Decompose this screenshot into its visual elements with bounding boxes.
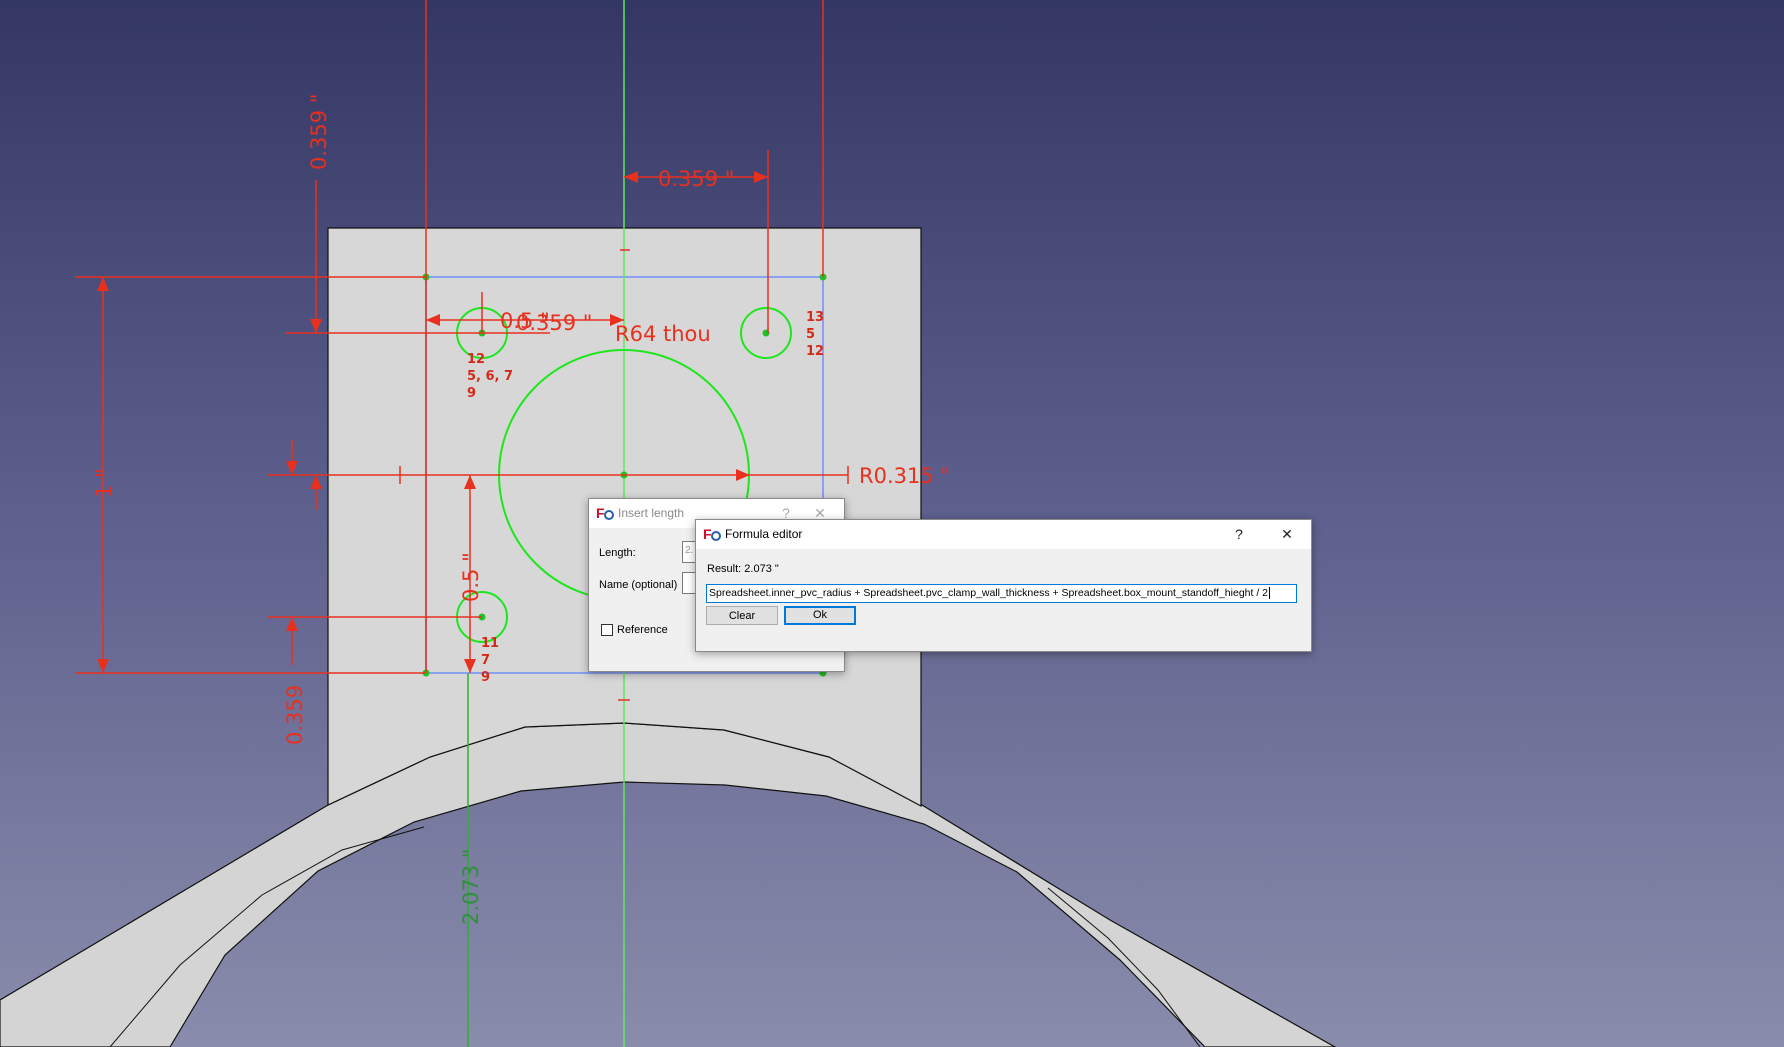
dim-lower-vertical[interactable]: 0.5 " [459,552,483,602]
pipe-clamp-body [0,722,1337,1047]
dim-radius-small[interactable]: R64 thou [615,322,711,346]
dim-top-vertical[interactable]: 0.359 " [307,94,331,170]
name-label: Name (optional) [599,579,678,591]
formula-editor-titlebar[interactable]: F Formula editor ? ✕ [696,520,1311,549]
constraint-label[interactable]: 7 [481,653,490,668]
result-label: Result: 2.073 " [707,563,779,575]
dim-reference-length[interactable]: 2.073 " [459,849,483,925]
help-button[interactable]: ? [1227,524,1251,544]
formula-editor-title: Formula editor [725,527,803,541]
formula-editor-dialog[interactable]: F Formula editor ? ✕ Result: 2.073 " Spr… [695,519,1312,652]
dim-left-overlap[interactable]: 0.359 " [516,311,592,335]
constraint-label[interactable]: 5, 6, 7 [467,369,513,384]
dim-bottom-vertical[interactable]: 0.359 [283,685,307,745]
close-icon[interactable]: ✕ [1275,524,1299,544]
clear-button[interactable]: Clear [706,606,778,625]
constraint-label[interactable]: 11 [481,636,499,651]
formula-input[interactable]: Spreadsheet.inner_pvc_radius + Spreadshe… [706,584,1297,603]
formula-text: Spreadsheet.inner_pvc_radius + Spreadshe… [709,587,1269,599]
text-caret [1269,587,1271,600]
dim-height[interactable]: 1 " [92,468,116,498]
freecad-icon: F [703,526,721,542]
constraint-label[interactable]: 9 [481,670,490,685]
constraint-label[interactable]: 12 [806,344,824,359]
dim-radius-large[interactable]: R0.315 " [859,464,950,488]
constraint-label[interactable]: 5 [806,327,815,342]
svg-text:F: F [596,505,605,521]
freecad-icon: F [596,505,614,521]
reference-checkbox[interactable] [601,624,613,636]
ok-button[interactable]: Ok [784,606,856,625]
constraint-label[interactable]: 12 [467,352,485,367]
length-label: Length: [599,547,636,559]
3d-viewport[interactable]: 0.359 " 0.359 " 0.5 " 0.359 " R64 thou R… [0,0,1784,1047]
reference-label: Reference [617,624,668,636]
constraint-label[interactable]: 9 [467,386,476,401]
insert-length-title: Insert length [618,506,685,520]
svg-text:F: F [703,526,712,542]
dim-top-horizontal[interactable]: 0.359 " [658,167,734,191]
constraint-label[interactable]: 13 [806,310,824,325]
